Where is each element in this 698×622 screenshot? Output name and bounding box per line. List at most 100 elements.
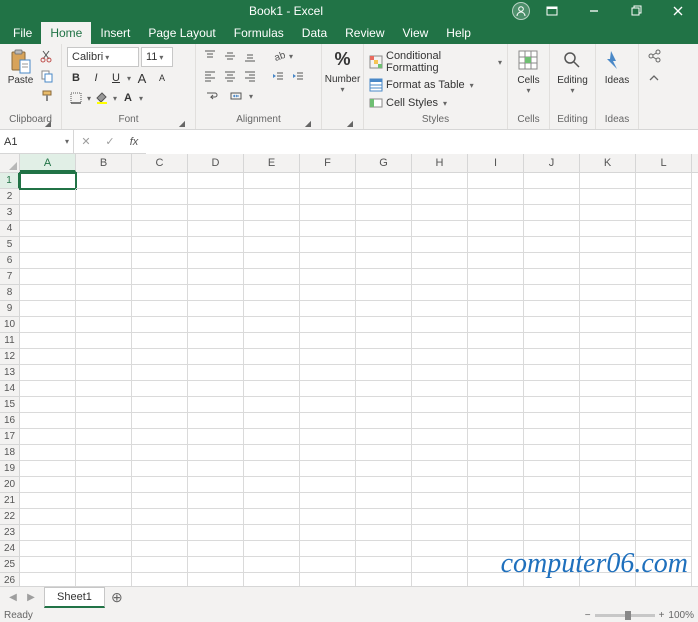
row-header[interactable]: 1 [0,173,20,189]
cell[interactable] [524,397,580,413]
tab-data[interactable]: Data [293,22,336,44]
cell[interactable] [244,173,300,189]
cell[interactable] [468,381,524,397]
cell[interactable] [300,509,356,525]
cell[interactable] [580,541,636,557]
cell[interactable] [76,333,132,349]
cell[interactable] [188,301,244,317]
border-dropdown-icon[interactable]: ▾ [87,94,91,103]
cell[interactable] [580,557,636,573]
column-header[interactable]: A [20,154,76,172]
cell[interactable] [356,285,412,301]
row-header[interactable]: 5 [0,237,20,253]
format-painter-button[interactable] [38,87,56,105]
cell[interactable] [356,189,412,205]
cell[interactable] [580,317,636,333]
cell[interactable] [468,493,524,509]
cell[interactable] [468,413,524,429]
cell[interactable] [76,173,132,189]
cell[interactable] [524,333,580,349]
cell[interactable] [20,381,76,397]
cell[interactable] [636,333,692,349]
cell[interactable] [300,301,356,317]
cell[interactable] [356,365,412,381]
cell[interactable] [524,301,580,317]
cell[interactable] [188,285,244,301]
cell[interactable] [468,173,524,189]
cell[interactable] [76,189,132,205]
cell[interactable] [580,429,636,445]
cell[interactable] [356,525,412,541]
cell[interactable] [412,269,468,285]
column-header[interactable]: G [356,154,412,172]
column-header[interactable]: K [580,154,636,172]
row-header[interactable]: 14 [0,381,20,397]
column-header[interactable]: B [76,154,132,172]
cell[interactable] [132,237,188,253]
cell[interactable] [20,189,76,205]
cell[interactable] [76,269,132,285]
cell[interactable] [356,509,412,525]
cell[interactable] [20,237,76,253]
cell[interactable] [412,285,468,301]
cell[interactable] [300,413,356,429]
tab-review[interactable]: Review [336,22,393,44]
row-header[interactable]: 8 [0,285,20,301]
bold-button[interactable]: B [67,69,85,87]
cell[interactable] [76,365,132,381]
sheet-nav-next[interactable]: ▶ [22,589,40,607]
cell[interactable] [524,365,580,381]
cell[interactable] [20,461,76,477]
cell[interactable] [636,285,692,301]
cell[interactable] [20,557,76,573]
formula-enter-button[interactable]: ✓ [98,130,122,154]
cell[interactable] [76,285,132,301]
tab-file[interactable]: File [4,22,41,44]
cell[interactable] [244,461,300,477]
cell[interactable] [412,557,468,573]
cell[interactable] [636,525,692,541]
cell[interactable] [244,413,300,429]
cell[interactable] [300,269,356,285]
cell[interactable] [76,253,132,269]
cell[interactable] [636,317,692,333]
cell[interactable] [132,429,188,445]
cell[interactable] [188,269,244,285]
cell[interactable] [244,541,300,557]
cell[interactable] [412,301,468,317]
cell[interactable] [76,237,132,253]
zoom-out-button[interactable]: − [585,610,591,621]
cell[interactable] [132,557,188,573]
cell[interactable] [132,397,188,413]
cell[interactable] [412,317,468,333]
cell[interactable] [300,429,356,445]
cell[interactable] [188,477,244,493]
row-header[interactable]: 22 [0,509,20,525]
cell[interactable] [468,477,524,493]
column-header[interactable]: D [188,154,244,172]
cell[interactable] [412,525,468,541]
restore-button[interactable] [616,0,656,22]
cell[interactable] [132,381,188,397]
cell[interactable] [580,365,636,381]
cell[interactable] [412,445,468,461]
cell[interactable] [20,365,76,381]
cell[interactable] [412,365,468,381]
cell[interactable] [132,317,188,333]
cell[interactable] [188,429,244,445]
number-launcher[interactable]: ◢ [344,117,356,129]
account-icon[interactable] [512,2,530,20]
underline-button[interactable]: U [107,69,125,87]
cell[interactable] [524,557,580,573]
fill-dropdown-icon[interactable]: ▾ [113,94,117,103]
cell[interactable] [244,317,300,333]
cell[interactable] [244,365,300,381]
cell[interactable] [636,413,692,429]
wrap-text-button[interactable] [201,87,223,105]
cell[interactable] [412,429,468,445]
cell[interactable] [244,381,300,397]
cells-area[interactable] [20,173,698,589]
cell[interactable] [300,221,356,237]
cell[interactable] [524,477,580,493]
cell[interactable] [20,413,76,429]
